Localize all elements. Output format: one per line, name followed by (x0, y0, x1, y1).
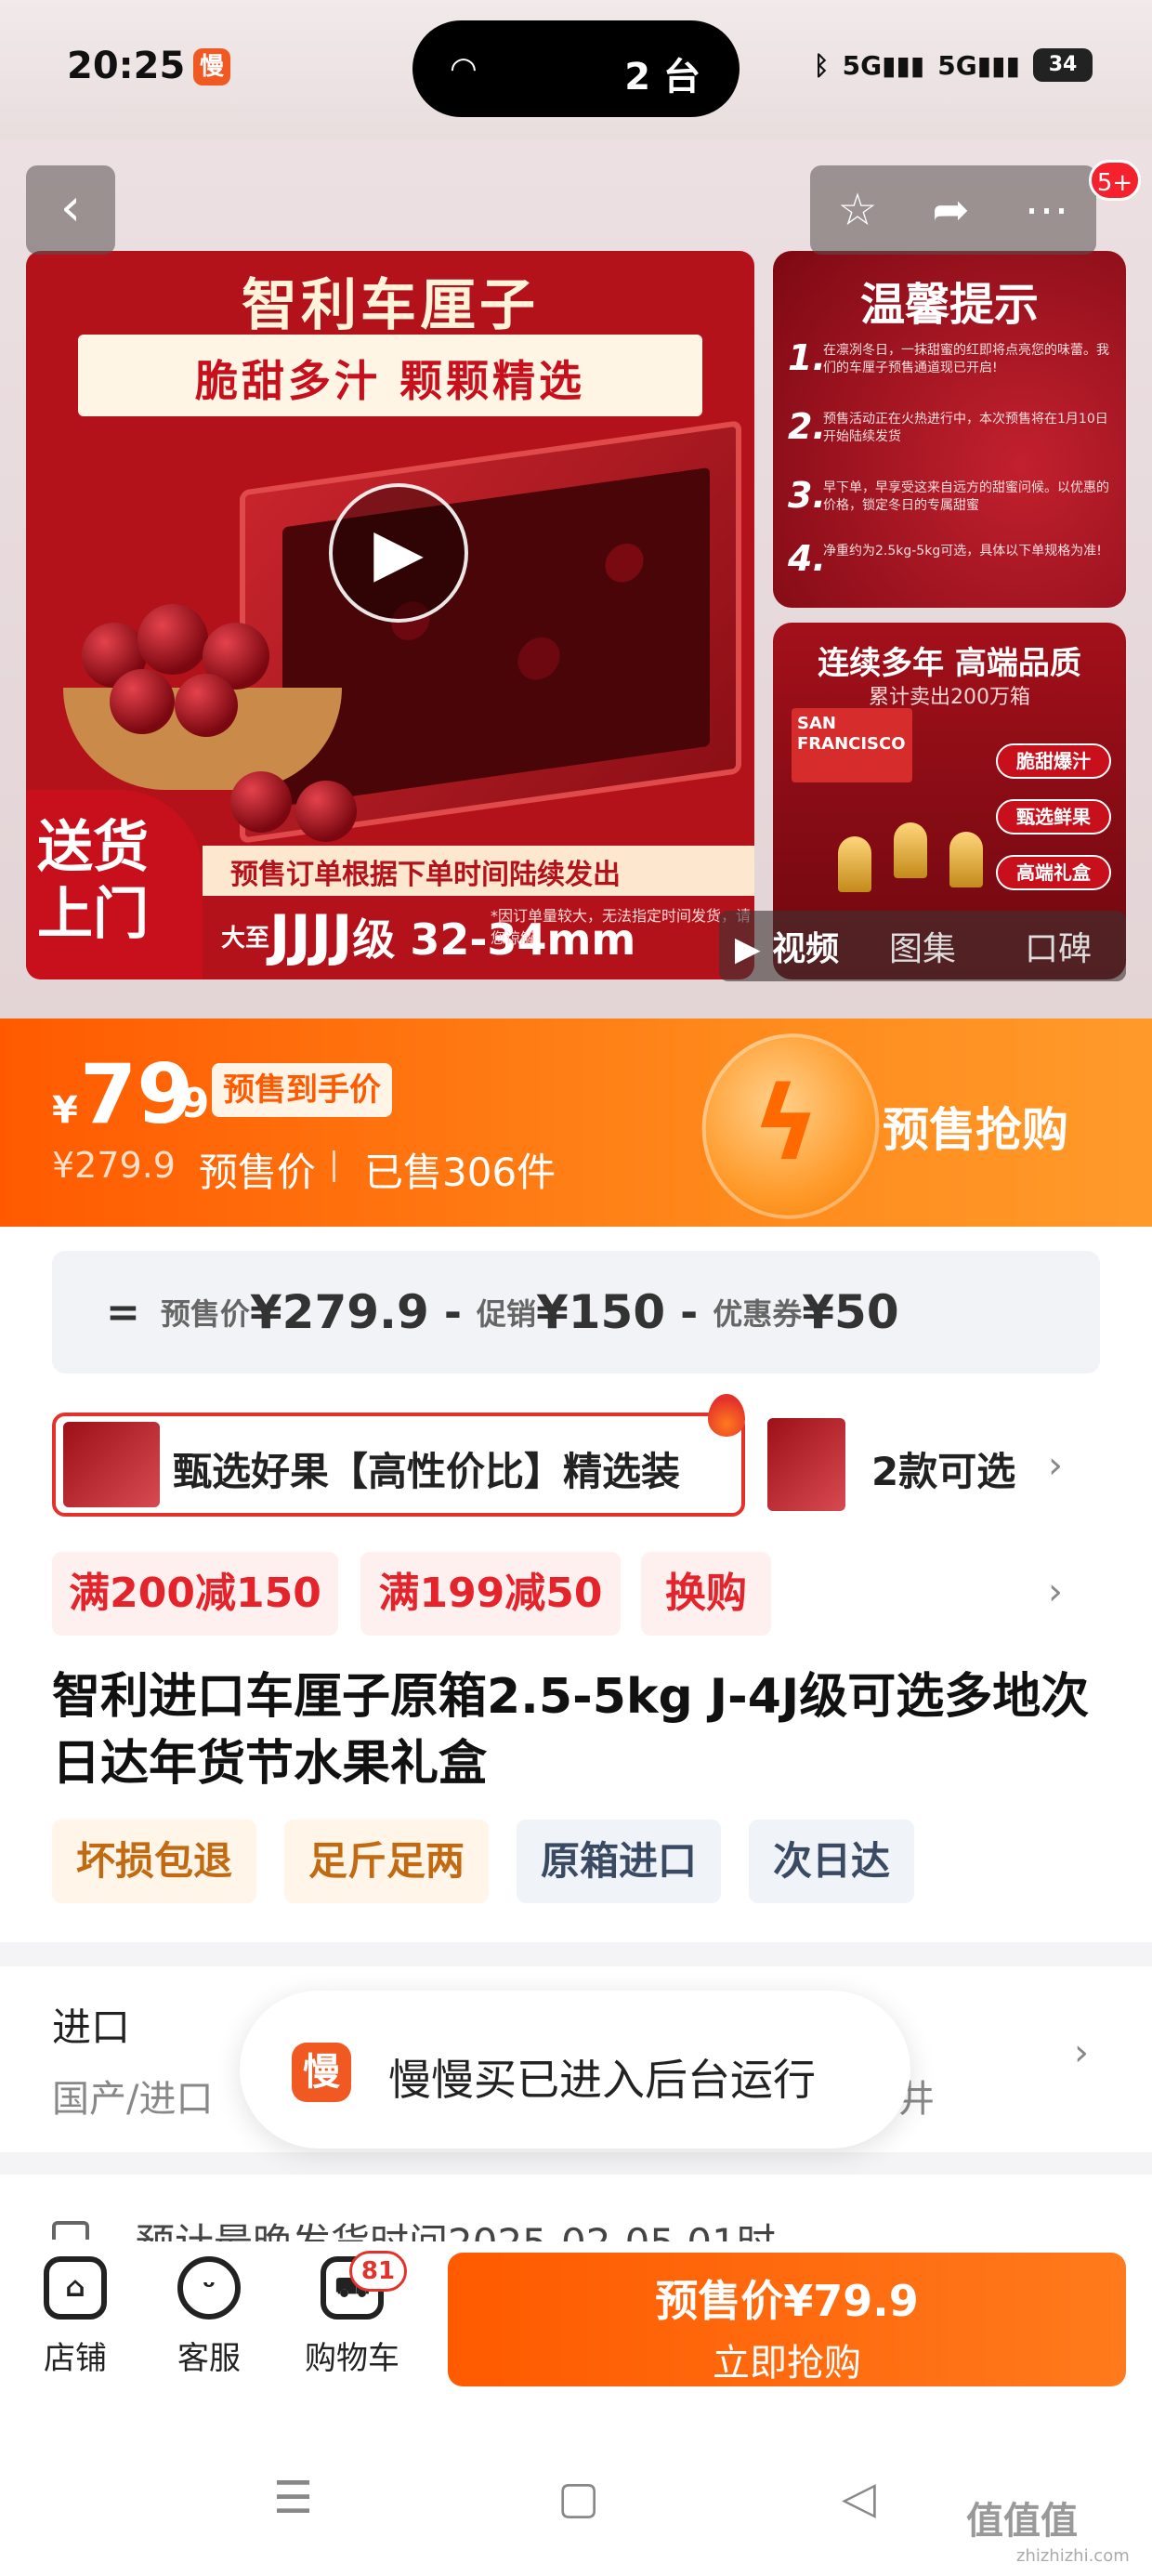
tab-video[interactable]: ▶ 视频 (719, 922, 855, 970)
tip-item: 2. 预售活动正在火热进行中，本次预售将在1月10日开始陆续发货 (788, 406, 1108, 447)
delivery-badge: 送货 上门 (37, 815, 149, 947)
trophy-icon (894, 822, 927, 878)
section-divider (0, 2152, 1152, 2175)
selected-variant[interactable]: 甄选好果【高性价比】精选装 (52, 1413, 745, 1517)
media-tabs: ▶ 视频 图集 口碑 (719, 911, 1126, 981)
tab-gallery[interactable]: 图集 (855, 922, 990, 970)
service-tag: 次日达 (749, 1820, 914, 1903)
top-actions: ☆ ➦ ⋯ (810, 165, 1096, 255)
image-title: 智利车厘子 (242, 273, 539, 338)
award-tag: 脆甜爆汁 (996, 743, 1111, 779)
variant-count[interactable]: 2款可选 (871, 1440, 1015, 1497)
status-bar: 20:25 慢 ◠ 2 台 ᛒ 5G▮▮▮ 5G▮▮▮ 34 (0, 0, 1152, 139)
sold-count: 已售306件 (364, 1150, 556, 1195)
customer-service-button[interactable]: ᵕ 客服 (149, 2256, 269, 2378)
cherry-illustration (295, 781, 357, 842)
section-divider (0, 1942, 1152, 1966)
status-indicators: ᛒ 5G▮▮▮ 5G▮▮▮ 34 (814, 45, 1093, 85)
variant-label: 甄选好果【高性价比】精选装 (173, 1449, 681, 1494)
variant-thumbnail (63, 1422, 160, 1507)
signal-icon-1: 5G▮▮▮ (842, 49, 925, 81)
back-button[interactable]: ‹ (26, 165, 115, 255)
tips-title: 温馨提示 (859, 279, 1039, 331)
cast-icon: ◠ (450, 50, 478, 87)
chat-icon: ᵕ (177, 2256, 241, 2320)
presale-rush-label[interactable]: 预售抢购 (883, 1093, 1068, 1160)
main-product-image[interactable]: 智利车厘子 脆甜多汁 颗颗精选 ▶ 送货 上门 预售订单根据下单时间陆续发出 大… (26, 251, 754, 979)
island-text: 2 台 (624, 56, 700, 99)
price-breakdown: = 预售价 ¥279.9 - 促销 ¥150 - 优惠券 ¥50 (52, 1251, 1100, 1373)
award-tag: 高端礼盒 (996, 855, 1111, 890)
favorite-star-icon[interactable]: ☆ (837, 184, 877, 236)
shipping-truck-icon (52, 2221, 89, 2240)
awards-subtitle: 累计卖出200万箱 (869, 686, 1030, 709)
service-tag: 坏损包退 (52, 1820, 256, 1903)
cart-count-badge: 81 (349, 2251, 407, 2292)
image-subtitle: 脆甜多汁 颗颗精选 (194, 356, 585, 406)
app-notification-icon: 慢 (193, 48, 230, 85)
cherry-illustration (137, 604, 208, 675)
promo-tag[interactable]: 换购 (641, 1552, 771, 1636)
original-price: ¥279.9 (52, 1145, 176, 1186)
product-gallery[interactable]: 智利车厘子 脆甜多汁 颗颗精选 ▶ 送货 上门 预售订单根据下单时间陆续发出 大… (0, 139, 1152, 1019)
trophy-icon (838, 836, 871, 892)
buy-now-button[interactable]: 预售价¥79.9 立即抢购 (448, 2253, 1126, 2386)
background-toast: 慢 慢慢买已进入后台运行 (240, 1991, 910, 2149)
tip-item: 4. 净重约为2.5kg-5kg可选，具体以下单规格为准! (788, 538, 1102, 579)
price-decimal: .9 (165, 1080, 210, 1127)
cherry-illustration (110, 669, 175, 734)
shipping-time: 预计最晚发货时间2025-02-05 01时 (136, 2212, 842, 2241)
signal-icon-2: 5G▮▮▮ (937, 49, 1020, 81)
message-badge: 5+ (1089, 160, 1141, 201)
promo-tag[interactable]: 满199减50 (360, 1552, 621, 1636)
chevron-right-icon[interactable]: › (1074, 2031, 1089, 2074)
dynamic-island[interactable]: ◠ 2 台 (412, 20, 740, 117)
cherry-illustration (175, 674, 238, 737)
store-button[interactable]: ⌂ 店铺 (15, 2256, 136, 2378)
home-icon[interactable]: ▢ (557, 2472, 599, 2524)
app-icon: 慢 (292, 2043, 351, 2102)
bluetooth-icon: ᛒ (813, 49, 830, 81)
awards-title: 连续多年 高端品质 (818, 645, 1081, 682)
presale-label: 预售价 (199, 1150, 317, 1195)
battery-icon: 34 (1033, 48, 1093, 82)
spec-label: 进口 (52, 2004, 131, 2050)
variant-thumbnail-2[interactable] (767, 1418, 845, 1511)
more-icon[interactable]: ⋯ (1025, 184, 1069, 236)
brand-logo: SAN FRANCISCO (792, 708, 912, 782)
service-tag: 足斤足两 (284, 1820, 489, 1903)
tip-item: 3. 早下单，早享受这来自远方的甜蜜问候。以优惠的价格，锁定冬日的专属甜蜜 (788, 475, 1109, 516)
price-tag: 预售到手价 (212, 1063, 392, 1117)
back-nav-icon[interactable]: ◁ (842, 2472, 876, 2524)
chevron-right-icon[interactable]: › (1048, 1444, 1063, 1487)
watermark: 值值值 (966, 2500, 1078, 2543)
share-icon[interactable]: ➦ (932, 184, 969, 236)
store-icon: ⌂ (44, 2256, 107, 2320)
hot-flame-icon (708, 1394, 745, 1437)
cherry-illustration (230, 771, 292, 833)
menu-icon[interactable]: ☰ (273, 2472, 313, 2524)
toast-message: 慢慢买已进入后台运行 (388, 2055, 816, 2105)
price-currency: ¥ (52, 1089, 78, 1132)
product-detail-page: 20:25 慢 ◠ 2 台 ᛒ 5G▮▮▮ 5G▮▮▮ 34 智利车厘子 脆甜多… (0, 0, 1152, 2576)
cherry-box-illustration (240, 420, 741, 844)
divider (333, 1150, 335, 1182)
promo-tag[interactable]: 满200减150 (52, 1552, 338, 1636)
play-video-icon[interactable]: ▶ (329, 483, 468, 623)
award-tag: 甄选鲜果 (996, 799, 1111, 835)
product-title: 智利进口车厘子原箱2.5-5kg J-4J级可选多地次日达年货节水果礼盒 (52, 1669, 1090, 1792)
tips-thumbnail[interactable]: 温馨提示 1. 在凛冽冬日，一抹甜蜜的红即将点亮您的味蕾。我们的车厘子预售通道现已… (773, 251, 1126, 608)
status-time: 20:25 (67, 45, 186, 87)
grade-note: *因订单量较大，无法指定时间发货，请您谅解 (491, 907, 752, 947)
chevron-right-icon[interactable]: › (1048, 1571, 1063, 1613)
watermark-url: zhizhizhi.com (1016, 2546, 1130, 2566)
service-tag: 原箱进口 (517, 1820, 721, 1903)
price-banner: ¥ 79 .9 预售到手价 ¥279.9 预售价 已售306件 ϟ 预售抢购 (0, 1014, 1152, 1239)
tip-item: 1. 在凛冽冬日，一抹甜蜜的红即将点亮您的味蕾。我们的车厘子预售通道现已开启! (788, 337, 1109, 378)
tab-reviews[interactable]: 口碑 (990, 922, 1126, 970)
trophy-icon (949, 832, 983, 887)
shipping-notice: 预售订单根据下单时间陆续发出 (230, 859, 621, 891)
lightning-icon: ϟ (752, 1064, 820, 1183)
spec-value: 国产/进口 (52, 2078, 214, 2121)
